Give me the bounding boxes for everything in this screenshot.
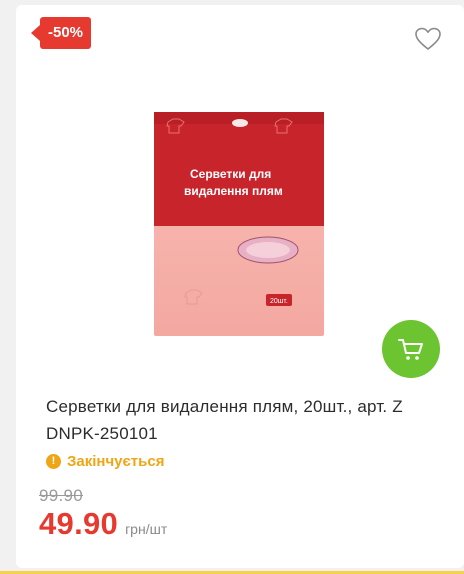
favorite-button[interactable] bbox=[413, 25, 443, 53]
badge-notch bbox=[31, 25, 40, 41]
price-unit: грн/шт bbox=[125, 521, 168, 537]
count-label: 20шт. bbox=[270, 298, 288, 305]
wipe-texture bbox=[246, 242, 290, 258]
add-to-cart-button[interactable] bbox=[382, 320, 440, 378]
price-block: 49.90 грн/шт bbox=[39, 506, 167, 542]
image-label-line1: Серветки для bbox=[190, 167, 271, 181]
product-image[interactable]: Серветки для видалення плям 20шт. bbox=[146, 108, 328, 340]
product-title[interactable]: Серветки для видалення плям, 20шт., арт.… bbox=[46, 393, 426, 447]
discount-badge: -50% bbox=[31, 17, 92, 49]
old-price: 99.90 bbox=[39, 486, 84, 505]
exclamation-icon: ! bbox=[46, 454, 61, 469]
heart-icon bbox=[415, 27, 441, 50]
stock-status: ! Закінчується bbox=[46, 453, 164, 470]
stock-status-text: Закінчується bbox=[67, 453, 165, 470]
discount-label: -50% bbox=[40, 17, 92, 49]
package-bottom bbox=[154, 218, 324, 336]
hang-hole bbox=[232, 119, 248, 127]
image-label-line2: видалення плям bbox=[184, 184, 283, 198]
current-price: 49.90 bbox=[39, 506, 119, 541]
cart-icon bbox=[398, 339, 423, 360]
